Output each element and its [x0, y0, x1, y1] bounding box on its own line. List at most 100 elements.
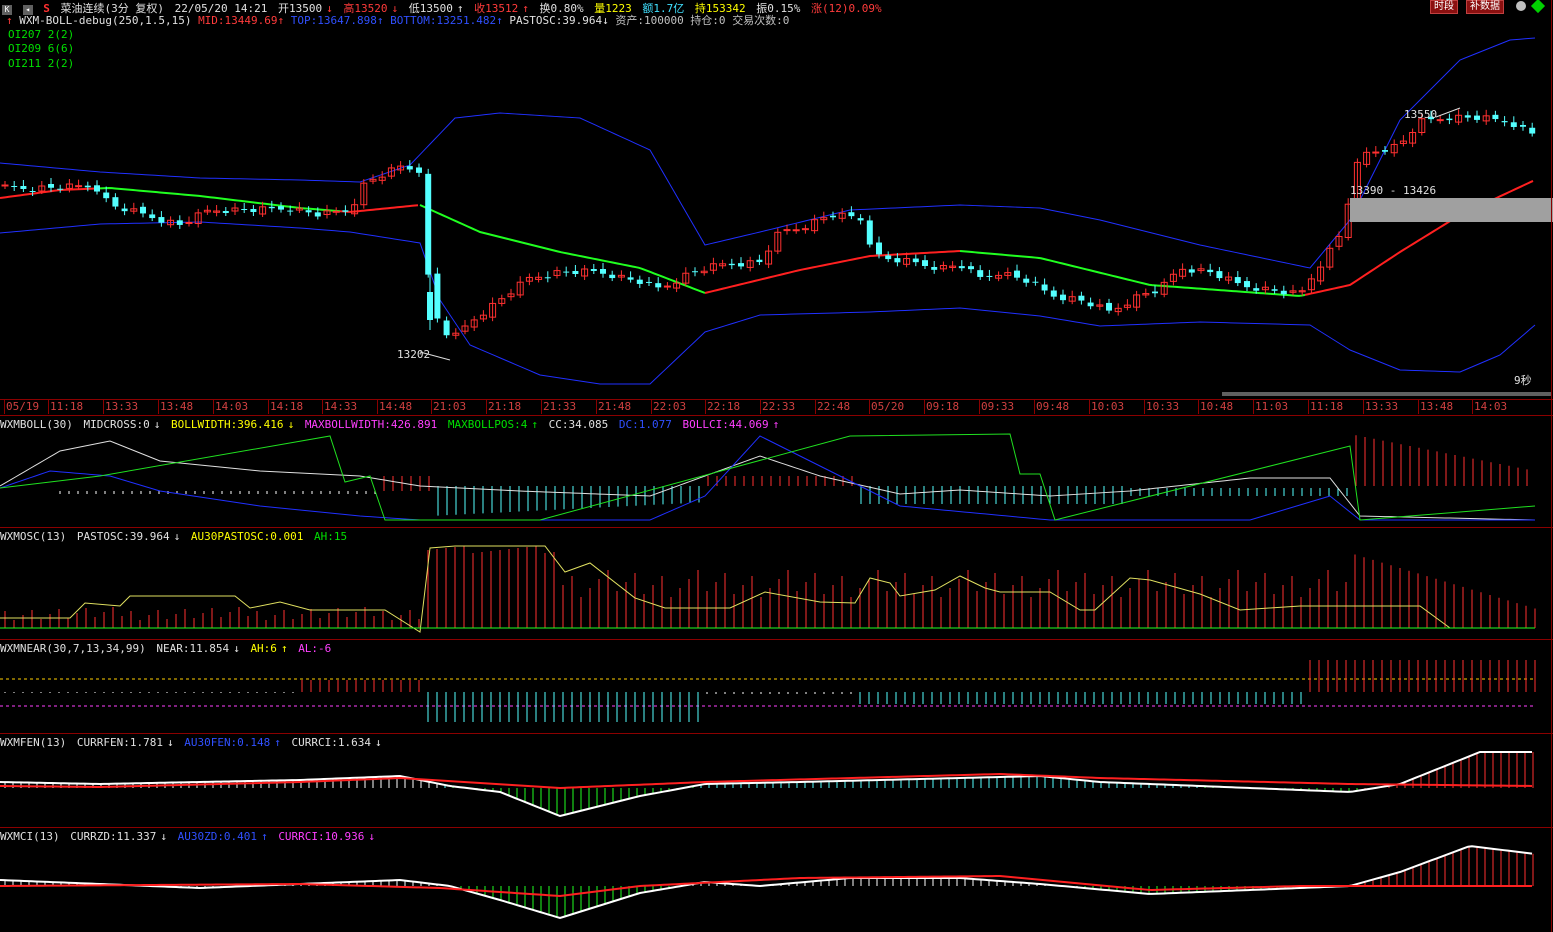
candle-body	[250, 209, 257, 212]
mid-line	[419, 204, 706, 294]
candle-body	[857, 218, 864, 221]
candle-body	[314, 212, 321, 217]
mid-line	[0, 187, 100, 199]
time-axis-tick	[541, 400, 542, 414]
candle-body	[1023, 278, 1030, 283]
candle-body	[1372, 151, 1380, 154]
time-axis-label: 21:03	[433, 400, 467, 413]
candle-body	[627, 277, 634, 280]
boll-panel-chart[interactable]	[0, 416, 1553, 526]
candle-body	[185, 222, 193, 224]
osc-panel-chart[interactable]	[0, 528, 1553, 638]
candle-body	[866, 220, 873, 245]
candle-body	[416, 167, 422, 173]
mid-line	[704, 250, 961, 294]
candle-body	[332, 210, 340, 213]
candle-body	[968, 266, 974, 270]
time-axis-label: 09:18	[926, 400, 960, 413]
candle-body	[1060, 294, 1066, 301]
candle-body	[894, 258, 901, 263]
candlestick-chart[interactable]	[0, 0, 1553, 400]
candle-body	[443, 320, 450, 336]
candle-body	[1280, 290, 1287, 295]
time-axis-label: 21:33	[543, 400, 577, 413]
time-axis-label: 13:48	[160, 400, 194, 413]
candle-body	[572, 271, 579, 274]
candle-body	[1244, 281, 1250, 288]
time-axis-label: 05/20	[871, 400, 905, 413]
time-axis-label: 11:18	[1310, 400, 1344, 413]
candle-body	[1087, 302, 1094, 307]
ci-panel-chart[interactable]	[0, 828, 1553, 932]
time-axis-tick	[596, 400, 597, 414]
time-axis-label: 14:03	[215, 400, 249, 413]
time-axis-tick	[869, 400, 870, 414]
candle-body	[112, 197, 119, 207]
candle-body	[1474, 115, 1480, 120]
time-axis-tick	[1472, 400, 1473, 414]
time-axis-label: 22:18	[707, 400, 741, 413]
candle-body	[912, 258, 919, 263]
time-axis-label: 10:48	[1200, 400, 1234, 413]
candle-body	[268, 206, 275, 209]
candle-body	[1188, 269, 1195, 273]
candle-body	[1436, 119, 1444, 122]
candle-body	[1464, 115, 1471, 118]
candle-body	[1152, 291, 1158, 294]
fen-panel-chart[interactable]	[0, 734, 1553, 826]
candle-body	[1014, 270, 1020, 278]
range-band	[1350, 198, 1553, 222]
candle-body	[121, 208, 128, 212]
low-label: 13202	[397, 348, 431, 361]
time-axis-tick	[1418, 400, 1419, 414]
candle-body	[1492, 114, 1499, 120]
candle-body	[636, 279, 643, 284]
candle-body	[544, 277, 551, 279]
candle-body	[1382, 150, 1388, 152]
time-axis-tick	[1034, 400, 1035, 414]
time-axis-tick	[924, 400, 925, 414]
time-axis-label: 10:03	[1091, 400, 1125, 413]
candle-body	[931, 267, 938, 270]
time-axis-tick	[158, 400, 159, 414]
candle-body	[1041, 284, 1048, 291]
time-axis-tick	[103, 400, 104, 414]
high-label: 13550	[1404, 108, 1438, 121]
time-axis-label: 13:48	[1420, 400, 1454, 413]
candle-body	[885, 255, 892, 260]
time-axis-tick	[1144, 400, 1145, 414]
timer-label: 9秒	[1514, 374, 1532, 387]
time-axis-tick	[651, 400, 652, 414]
candle-body	[1216, 271, 1223, 279]
candle-body	[75, 185, 83, 188]
time-axis-label: 14:03	[1474, 400, 1508, 413]
candle-body	[278, 206, 284, 210]
candle-body	[140, 206, 146, 214]
time-axis-tick	[431, 400, 432, 414]
candle-body	[801, 228, 809, 231]
candle-body	[103, 192, 110, 199]
candle-body	[1520, 124, 1526, 127]
candle-body	[876, 242, 882, 255]
candle-body	[305, 210, 312, 213]
time-axis-label: 11:03	[1255, 400, 1289, 413]
candle-body	[1253, 288, 1260, 291]
time-axis-tick	[1089, 400, 1090, 414]
candle-body	[646, 281, 652, 283]
candle-body	[830, 215, 836, 218]
candle-body	[222, 211, 229, 213]
candle-body	[1078, 295, 1085, 301]
candle-body	[922, 260, 928, 266]
lower-band-line	[0, 221, 1536, 385]
near-panel-chart[interactable]	[0, 640, 1553, 732]
time-axis-tick	[979, 400, 980, 414]
candle-body	[94, 185, 100, 192]
time-axis-tick	[48, 400, 49, 414]
mid-line	[99, 187, 341, 213]
time-axis-tick	[213, 400, 214, 414]
candle-body	[663, 285, 671, 288]
time-axis-tick	[377, 400, 378, 414]
candle-body	[692, 271, 698, 273]
time-axis-tick	[322, 400, 323, 414]
candle-body	[958, 266, 965, 269]
